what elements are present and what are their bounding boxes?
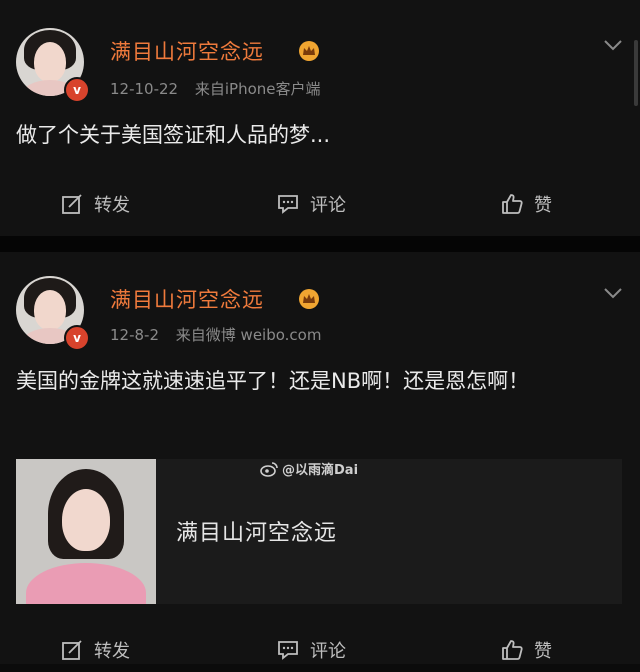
post-source[interactable]: 来自微博 weibo.com [176,326,322,344]
watermark: @以雨滴Dai [260,459,358,478]
chevron-down-icon[interactable] [602,38,624,52]
repost-label: 转发 [94,195,130,216]
weibo-logo-icon [260,461,278,477]
comment-button[interactable]: 评论 [276,628,346,672]
thumbs-up-icon [502,640,523,660]
username[interactable]: 满目山河空念远 [110,36,264,66]
comment-label: 评论 [310,641,346,662]
repost-label: 转发 [94,641,130,662]
post-meta: 12-8-2 来自微博 weibo.com [110,324,321,345]
repost-button[interactable]: 转发 [60,182,130,226]
post-divider [0,236,640,252]
post-text: 美国的金牌这就速速追平了！还是NB啊！还是恩怎啊！ [16,369,530,393]
post-text: 做了个关于美国签证和人品的梦... [16,123,331,147]
action-bar: 转发 评论 赞 [0,628,640,672]
weibo-post: v 满目山河空念远 12-10-22 来自iPhone客户端 做了个关于美国签证… [0,0,640,236]
verified-badge-icon: v [64,77,90,103]
username[interactable]: 满目山河空念远 [110,284,264,314]
scrollbar[interactable] [634,40,638,106]
thumbs-up-icon [502,194,523,214]
post-date: 12-10-22 [110,80,179,98]
post-date: 12-8-2 [110,326,159,344]
like-button[interactable]: 赞 [500,628,552,672]
chevron-down-icon[interactable] [602,286,624,300]
crown-icon [299,289,319,309]
post-meta: 12-10-22 来自iPhone客户端 [110,78,321,99]
comment-label: 评论 [310,195,346,216]
watermark-text: @以雨滴Dai [282,463,359,478]
comment-bubble-icon [278,195,298,214]
like-label: 赞 [534,195,552,216]
like-button[interactable]: 赞 [500,182,552,226]
comment-button[interactable]: 评论 [276,182,346,226]
link-attachment-card[interactable]: 满目山河空念远 [16,459,622,604]
post-source[interactable]: 来自iPhone客户端 [195,80,321,98]
comment-bubble-icon [278,641,298,660]
crown-icon [299,41,319,61]
edit-share-icon [62,640,82,660]
verified-badge-icon: v [64,325,90,351]
action-bar: 转发 评论 赞 [0,182,640,226]
repost-button[interactable]: 转发 [60,628,130,672]
like-label: 赞 [534,641,552,662]
attachment-title: 满目山河空念远 [176,521,338,546]
weibo-post: v 满目山河空念远 12-8-2 来自微博 weibo.com 美国的金牌这就速… [0,252,640,664]
edit-share-icon [62,194,82,214]
attachment-thumbnail [16,459,156,604]
